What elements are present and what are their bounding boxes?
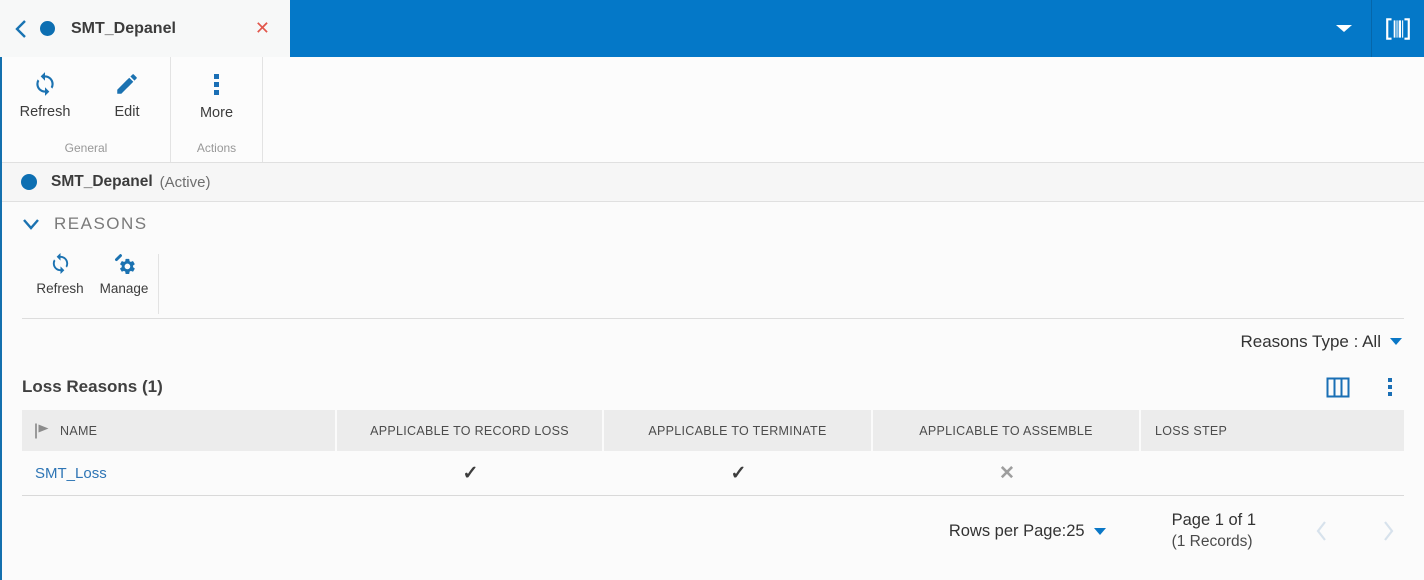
table-more-button[interactable] [1388,375,1392,399]
cell-loss-step [1141,451,1404,495]
manage-gear-icon [114,254,135,274]
chevron-down-icon [1093,527,1106,535]
column-header-label: NAME [60,423,98,438]
x-mark-icon: ✕ [999,462,1015,484]
reasons-refresh-label: Refresh [36,281,84,296]
chevron-left-icon [15,19,26,38]
entity-summary-row: SMT_Depanel (Active) [2,163,1424,202]
column-header-label: LOSS STEP [1155,423,1228,438]
columns-icon [1326,377,1350,397]
rows-per-page-value: 25 [1066,521,1085,540]
pencil-icon [117,74,137,94]
chevron-down-icon [23,218,39,230]
column-header-label: APPLICABLE TO ASSEMBLE [919,423,1093,438]
reasons-refresh-button[interactable]: Refresh [28,252,92,296]
entity-tab[interactable]: SMT_Depanel ✕ [0,0,290,57]
column-header-label: APPLICABLE TO TERMINATE [648,423,827,438]
entity-status-dot [40,21,55,36]
rows-per-page-dropdown[interactable]: Rows per Page: 25 [949,522,1106,541]
column-header-terminate[interactable]: APPLICABLE TO TERMINATE [604,410,873,451]
previous-page-button[interactable] [1314,520,1329,542]
table-row: SMT_Loss ✓ ✓ ✕ [22,451,1404,496]
check-icon: ✓ [462,462,479,484]
table-header-row: NAME APPLICABLE TO RECORD LOSS APPLICABL… [22,410,1404,451]
table-title-row: Loss Reasons (1) [2,364,1424,410]
flag-icon [35,423,49,438]
close-icon[interactable]: ✕ [251,16,274,41]
entity-state-dot [21,174,37,190]
column-header-assemble[interactable]: APPLICABLE TO ASSEMBLE [873,410,1141,451]
refresh-icon [36,72,54,96]
loss-reasons-table: NAME APPLICABLE TO RECORD LOSS APPLICABL… [22,410,1404,496]
column-chooser-button[interactable] [1326,377,1350,398]
page-info: Page 1 of 1 (1 Records) [1172,510,1256,552]
ribbon-group-label-general: General [64,141,108,155]
column-header-record-loss[interactable]: APPLICABLE TO RECORD LOSS [337,410,604,451]
ribbon-group-general: Refresh Edit General [2,57,171,162]
reasons-type-filter[interactable]: Reasons Type : All [1241,332,1382,352]
reasons-manage-button[interactable]: Manage [92,252,156,296]
page-label: Page 1 of 1 [1171,511,1256,530]
cell-terminate: ✓ [604,451,873,495]
column-header-loss-step[interactable]: LOSS STEP [1141,410,1404,451]
tab-title: SMT_Depanel [71,19,176,37]
next-page-button[interactable] [1381,520,1396,542]
page-content: Refresh Edit General More Actions SMT_De… [0,57,1424,580]
chevron-down-icon [1336,25,1352,32]
check-icon: ✓ [730,462,747,484]
kebab-menu-icon [1388,375,1392,399]
ribbon-group-label-actions: Actions [196,141,237,155]
more-label: More [199,105,234,121]
filter-row: Reasons Type : All [2,319,1424,364]
rows-per-page-label: Rows per Page: [948,521,1067,540]
entity-name: SMT_Depanel [51,173,153,190]
edit-button[interactable]: Edit [88,67,166,120]
entity-status: (Active) [159,173,211,191]
loss-reasons-title: Loss Reasons (1) [22,377,163,396]
refresh-button[interactable]: Refresh [6,67,84,120]
refresh-icon [52,252,68,275]
ribbon-toolbar: Refresh Edit General More Actions [2,57,1424,163]
reasons-toolbar: Refresh Manage [2,246,1424,318]
cell-name: SMT_Loss [22,451,337,495]
barcode-icon [1386,17,1410,40]
top-bar: SMT_Depanel ✕ [0,0,1424,57]
edit-label: Edit [114,104,140,120]
pagination-bar: Rows per Page: 25 Page 1 of 1 (1 Records) [2,496,1424,566]
chevron-down-icon[interactable] [1390,338,1402,345]
more-button[interactable]: More [178,67,256,121]
toolbar-divider [158,254,159,314]
more-dots-icon [214,71,219,98]
topbar-actions [1317,0,1424,57]
records-label: (1 Records) [1171,532,1253,550]
ribbon-group-actions: More Actions [171,57,263,162]
loss-reason-link[interactable]: SMT_Loss [35,465,107,482]
column-header-label: APPLICABLE TO RECORD LOSS [370,423,569,438]
refresh-label: Refresh [19,104,71,120]
cell-record-loss: ✓ [337,451,604,495]
tab-overflow-dropdown[interactable] [1317,0,1371,57]
reasons-manage-label: Manage [99,281,149,296]
barcode-scan-button[interactable] [1372,0,1424,57]
back-button[interactable] [14,19,28,39]
cell-assemble: ✕ [873,451,1141,495]
column-header-name[interactable]: NAME [22,410,337,451]
reasons-section-title: REASONS [54,214,148,233]
reasons-section-header[interactable]: REASONS [2,202,1424,246]
